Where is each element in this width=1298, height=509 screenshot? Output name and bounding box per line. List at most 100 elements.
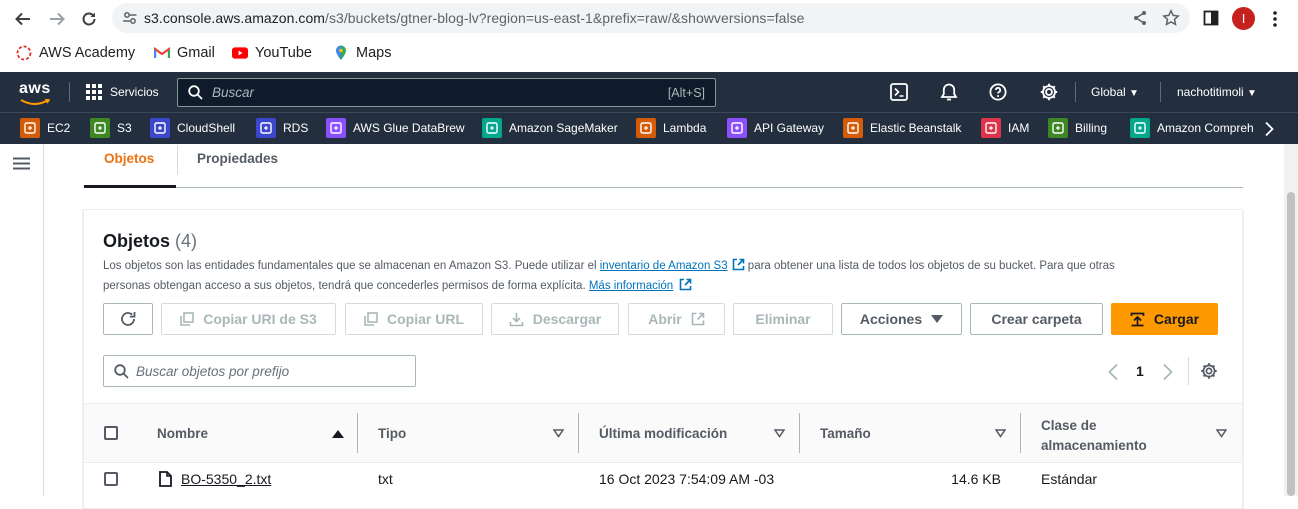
aws-search-input[interactable]: Buscar [Alt+S] [177,78,716,107]
copy-url-label: Copiar URL [387,311,464,327]
s3-icon [90,118,110,138]
address-bar[interactable]: s3.console.aws.amazon.com/s3/buckets/gtn… [112,3,1190,33]
favorite-s3[interactable]: S3 [90,116,132,140]
sort-unsorted-icon[interactable] [995,429,1006,438]
settings-gear-icon[interactable] [1039,82,1059,102]
favorite-amazon-compreh[interactable]: Amazon Compreh [1130,116,1254,140]
previous-page-icon[interactable] [1107,363,1119,381]
sort-unsorted-icon[interactable] [1216,429,1227,438]
active-tab-indicator [84,185,176,188]
favorite-cloudshell[interactable]: CloudShell [150,116,235,140]
object-storage-class: Estándar [1041,471,1098,487]
account-menu[interactable]: nachotitimoli ▼ [1177,85,1257,99]
favorite-rds[interactable]: RDS [256,116,308,140]
column-header-name[interactable]: Nombre [157,426,208,441]
bookmark-aws-academy[interactable]: AWS Academy [16,43,135,63]
caret-down-icon [931,314,944,323]
more-menu-icon[interactable] [1272,10,1278,28]
side-panel-icon[interactable] [1203,10,1219,26]
external-link-icon [679,278,692,291]
favorite-label: Amazon SageMaker [509,121,618,135]
favorite-amazon-sagemaker[interactable]: Amazon SageMaker [482,116,618,140]
upload-button[interactable]: Cargar [1111,303,1218,335]
reload-icon [82,12,96,26]
copy-s3-uri-button[interactable]: Copiar URI de S3 [161,303,336,335]
objects-count: (4) [175,231,198,251]
file-icon [159,471,172,487]
more-info-link[interactable]: Más información [589,280,673,292]
copy-s3-uri-label: Copiar URI de S3 [203,311,317,327]
favorite-label: Amazon Compreh [1157,121,1254,135]
bookmark-maps[interactable]: Maps [333,43,391,63]
bookmark-label: YouTube [255,45,312,61]
prefix-search-input[interactable]: Buscar objetos por prefijo [103,355,416,387]
aws-logo[interactable]: aws [19,80,51,98]
profile-avatar[interactable]: I [1232,7,1255,30]
objects-description-line-1: Los objetos son las entidades fundamenta… [103,258,1115,272]
objects-title: Objetos (4) [103,231,198,251]
sort-ascending-icon[interactable] [332,429,344,438]
lambda-icon [636,118,656,138]
favorite-aws-glue-databrew[interactable]: AWS Glue DataBrew [326,116,465,140]
refresh-button[interactable] [103,303,153,335]
search-icon [188,85,203,100]
bookmark-gmail[interactable]: Gmail [154,43,215,63]
table-preferences-gear-icon[interactable] [1200,362,1218,380]
actions-dropdown[interactable]: Acciones [841,303,962,335]
back-arrow-icon [15,12,30,26]
favorite-ec2[interactable]: EC2 [20,116,70,140]
favorite-api-gateway[interactable]: API Gateway [727,116,824,140]
row-checkbox[interactable] [104,472,118,486]
object-size: 14.6 KB [951,471,1001,487]
favorite-lambda[interactable]: Lambda [636,116,706,140]
grid-icon [86,84,102,100]
aws-smile-icon [20,99,50,105]
external-link-icon [691,312,705,326]
favorite-billing[interactable]: Billing [1048,116,1107,140]
sort-unsorted-icon[interactable] [553,429,564,438]
region-selector[interactable]: Global ▼ [1091,85,1139,99]
object-name-link[interactable]: BO-5350_2.txt [181,471,271,487]
services-menu-button[interactable] [86,84,102,100]
sort-unsorted-icon[interactable] [774,429,785,438]
select-all-checkbox[interactable] [104,426,118,440]
scrollbar-thumb[interactable] [1287,192,1295,496]
help-icon[interactable] [989,83,1007,101]
chevron-right-icon [1265,121,1274,136]
services-label[interactable]: Servicios [110,85,159,99]
notifications-bell-icon[interactable] [939,82,959,102]
upload-label: Cargar [1153,311,1200,327]
next-page-icon[interactable] [1162,363,1174,381]
copy-url-button[interactable]: Copiar URL [345,303,483,335]
inventory-link[interactable]: inventario de Amazon S3 [600,260,728,272]
column-divider[interactable] [799,413,800,453]
column-divider[interactable] [357,413,358,453]
forward-button[interactable] [46,8,68,30]
tab-objects[interactable]: Objetos [104,151,154,166]
column-divider[interactable] [1020,413,1021,453]
tab-properties[interactable]: Propiedades [197,151,278,166]
cloudshell-nav-icon[interactable] [890,83,908,101]
download-button[interactable]: Descargar [491,303,619,335]
page-scrollbar[interactable] [1284,144,1298,496]
hamburger-menu-icon[interactable] [13,157,30,170]
favorite-iam[interactable]: IAM [981,116,1029,140]
upload-icon [1130,312,1145,326]
aws-top-nav: aws Servicios Buscar [Alt+S] Global ▼ na… [0,72,1298,112]
bookmark-youtube[interactable]: YouTube [232,43,312,63]
api-gateway-icon [727,118,747,138]
delete-button[interactable]: Eliminar [733,303,833,335]
favorite-elastic-beanstalk[interactable]: Elastic Beanstalk [843,116,961,140]
column-header-storage-class[interactable]: Clase de almacenamiento [1041,416,1147,456]
current-page-number[interactable]: 1 [1136,363,1144,379]
back-button[interactable] [12,8,34,30]
create-folder-button[interactable]: Crear carpeta [970,303,1103,335]
favorites-scroll-right-button[interactable] [1254,113,1284,144]
column-divider[interactable] [578,413,579,453]
reload-button[interactable] [78,8,100,30]
rds-icon [256,118,276,138]
column-header-last-modified[interactable]: Última modificación [599,426,727,441]
column-header-type[interactable]: Tipo [378,426,406,441]
open-button[interactable]: Abrir [628,303,725,335]
column-header-size[interactable]: Tamaño [820,426,871,441]
